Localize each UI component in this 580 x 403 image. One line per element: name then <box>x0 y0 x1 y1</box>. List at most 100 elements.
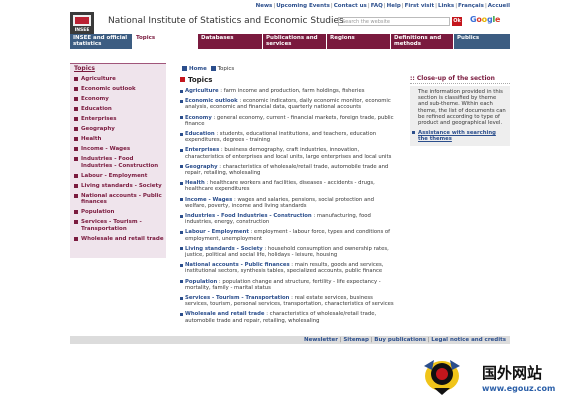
topic-link[interactable]: Geography <box>185 164 218 170</box>
sidebar-item-economic-outlook[interactable]: Economic outlook <box>74 86 164 93</box>
insee-logo-text: INSEE <box>74 28 90 33</box>
topic-link[interactable]: Living standards - Society <box>185 246 263 252</box>
topic-link[interactable]: Wholesale and retail trade <box>185 311 265 317</box>
topic-row: Industries - Food Industries - Construct… <box>180 213 395 225</box>
top-link-francais[interactable]: Français <box>458 3 484 9</box>
watermark-logo-icon <box>424 360 460 395</box>
topic-row: Economic outlook : economic indicators, … <box>180 98 395 110</box>
nav-tab-definitions[interactable]: Definitions and methods <box>391 34 453 49</box>
site-title: National Institute of Statistics and Eco… <box>108 16 344 26</box>
sidebar-list: Agriculture Economic outlook Economy Edu… <box>74 76 164 246</box>
topic-link[interactable]: Education <box>185 131 215 137</box>
footer: Newsletter | Sitemap | Buy publications … <box>70 336 510 344</box>
sidebar: Topics Agriculture Economic outlook Econ… <box>70 63 166 258</box>
assistance-link[interactable]: Assistance with searching the themes <box>412 130 506 142</box>
watermark-url: www.egouz.com <box>482 384 556 393</box>
topic-row: Labour - Employment : employment - labou… <box>180 229 395 242</box>
nav-tab-publications[interactable]: Publications and services <box>263 34 326 49</box>
insee-logo-mark <box>73 15 91 26</box>
sidebar-item-economy[interactable]: Economy <box>74 96 164 103</box>
search-ok-button[interactable]: Ok <box>452 17 462 26</box>
top-link-links[interactable]: Links <box>438 3 454 9</box>
topic-link[interactable]: Health <box>185 180 205 186</box>
topic-link[interactable]: National accounts - Public finances <box>185 262 290 268</box>
topic-description: : healthcare workers and facilities, dis… <box>185 180 375 193</box>
nav-tab-regions[interactable]: Regions <box>327 34 390 49</box>
nav-tab-databases[interactable]: Databases <box>198 34 262 49</box>
sidebar-item-living-standards[interactable]: Living standards - Society <box>74 183 164 190</box>
topic-link[interactable]: Population <box>185 279 217 285</box>
sidebar-item-education[interactable]: Education <box>74 106 164 113</box>
close-up-text: The information provided in this section… <box>418 89 506 127</box>
topic-row: Services - Tourism - Transportation : re… <box>180 295 395 307</box>
topic-row: Health : healthcare workers and faciliti… <box>180 180 395 192</box>
topic-link[interactable]: Industries - Food Industries - Construct… <box>185 213 312 219</box>
close-up-box: :: Close-up of the section The informati… <box>410 75 510 146</box>
sidebar-item-labour-employment[interactable]: Labour - Employment <box>74 173 164 180</box>
top-link-accueil[interactable]: Accueil <box>488 3 510 9</box>
top-link-contact-us[interactable]: Contact us <box>334 3 367 9</box>
topic-link[interactable]: Economy <box>185 115 212 121</box>
footer-link-newsletter[interactable]: Newsletter <box>304 337 338 343</box>
topic-row: Economy : general economy, current - fin… <box>180 115 395 127</box>
topic-list: Agriculture : farm income and production… <box>180 88 395 328</box>
topic-row: Agriculture : farm income and production… <box>180 88 395 94</box>
search-input[interactable]: Search the website <box>338 17 450 26</box>
topic-row: National accounts - Public finances : ma… <box>180 262 395 274</box>
topic-row: Geography : characteristics of wholesale… <box>180 164 395 176</box>
sidebar-item-population[interactable]: Population <box>74 209 164 216</box>
top-link-first-visit[interactable]: First visit <box>405 3 434 9</box>
sidebar-item-health[interactable]: Health <box>74 136 164 143</box>
topic-row: Income - Wages : wages and salaries, pen… <box>180 197 395 209</box>
watermark-cn-text: 国外网站 <box>482 364 543 382</box>
breadcrumb-home[interactable]: Home <box>189 66 207 72</box>
topic-link[interactable]: Economic outlook <box>185 98 238 104</box>
sidebar-item-industries[interactable]: Industries - Food Industries - Construct… <box>74 156 164 169</box>
nav-tab-publics[interactable]: Publics <box>454 34 510 49</box>
insee-logo[interactable]: INSEE <box>70 12 94 34</box>
topic-description: : general economy, current - financial m… <box>185 114 394 127</box>
topic-row: Wholesale and retail trade : characteris… <box>180 311 395 324</box>
topic-link[interactable]: Enterprises <box>185 147 219 153</box>
close-up-title: :: Close-up of the section <box>410 75 510 84</box>
sidebar-item-national-accounts[interactable]: National accounts - Public finances <box>74 193 164 206</box>
top-link-help[interactable]: Help <box>387 3 401 9</box>
sidebar-item-wholesale-retail[interactable]: Wholesale and retail trade <box>74 236 164 243</box>
sidebar-item-services-tourism[interactable]: Services - Tourism - Transportation <box>74 219 164 232</box>
topic-row: Education : students, educational instit… <box>180 131 395 143</box>
footer-link-legal-notice[interactable]: Legal notice and credits <box>431 337 506 343</box>
main-nav: INSEE and official statistics Topics Dat… <box>70 34 510 49</box>
sidebar-title[interactable]: Topics <box>74 65 95 72</box>
breadcrumb-arrow-icon <box>182 66 187 71</box>
google-logo: Google <box>470 15 500 24</box>
page-title: Topics <box>180 76 212 84</box>
google-letter-6: e <box>495 15 501 24</box>
topic-row: Enterprises : business demography, craft… <box>180 147 395 160</box>
topic-row: Population : population change and struc… <box>180 279 395 291</box>
footer-link-buy-publications[interactable]: Buy publications <box>374 337 426 343</box>
top-links-bar: News|Upcoming Events|Contact us|FAQ|Help… <box>255 3 510 9</box>
top-link-news[interactable]: News <box>256 3 273 9</box>
topic-link[interactable]: Income - Wages <box>185 197 232 203</box>
sidebar-item-enterprises[interactable]: Enterprises <box>74 116 164 123</box>
title-bullet-icon <box>180 77 185 82</box>
close-up-body: The information provided in this section… <box>410 86 510 146</box>
topic-link[interactable]: Labour - Employment <box>185 229 249 235</box>
sidebar-item-geography[interactable]: Geography <box>74 126 164 133</box>
sidebar-item-income-wages[interactable]: Income - Wages <box>74 146 164 153</box>
footer-link-sitemap[interactable]: Sitemap <box>343 337 369 343</box>
topic-row: Living standards - Society : household c… <box>180 246 395 258</box>
topic-description: : farm income and production, farm holdi… <box>218 88 365 94</box>
breadcrumb-arrow-icon <box>210 66 216 71</box>
topic-link[interactable]: Agriculture <box>185 88 219 94</box>
breadcrumb-current: Topics <box>217 66 235 72</box>
nav-tab-topics[interactable]: Topics <box>133 34 197 49</box>
page: News|Upcoming Events|Contact us|FAQ|Help… <box>70 0 510 345</box>
nav-tab-insee[interactable]: INSEE and official statistics <box>70 34 132 49</box>
page-title-text: Topics <box>188 76 213 84</box>
top-link-faq[interactable]: FAQ <box>371 3 383 9</box>
sidebar-item-agriculture[interactable]: Agriculture <box>74 76 164 83</box>
top-link-upcoming-events[interactable]: Upcoming Events <box>276 3 330 9</box>
topic-link[interactable]: Services - Tourism - Transportation <box>185 295 289 301</box>
breadcrumb: Home Topics <box>180 66 234 72</box>
